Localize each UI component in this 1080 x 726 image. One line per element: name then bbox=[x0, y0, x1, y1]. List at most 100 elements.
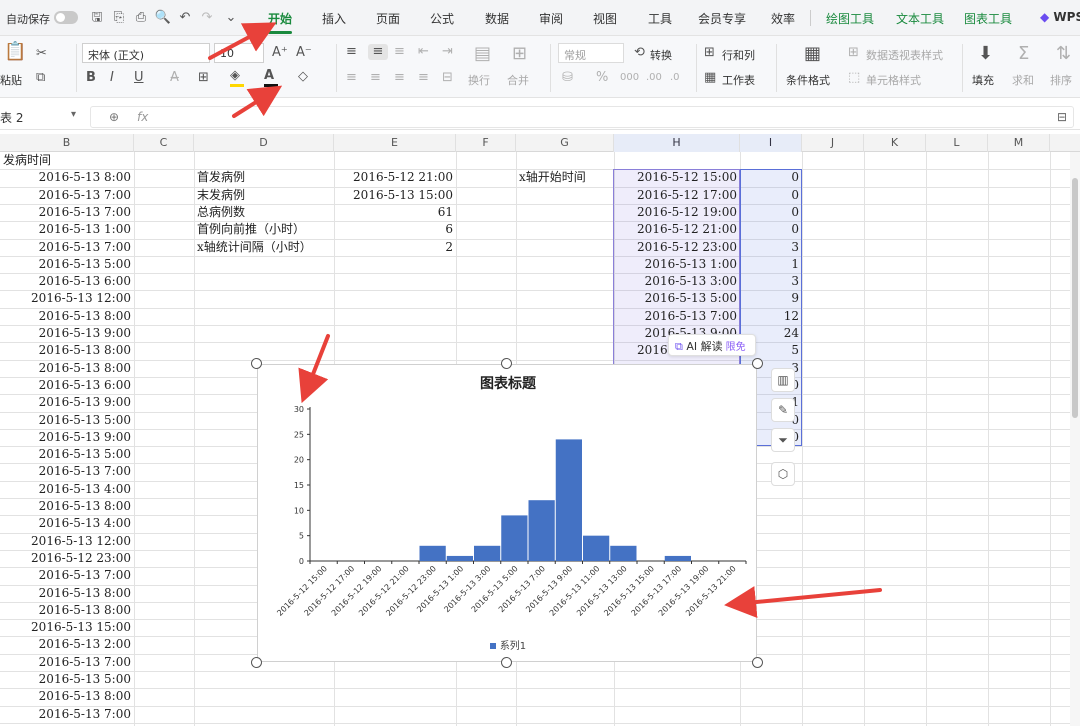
chart-resize-handle[interactable] bbox=[501, 657, 512, 668]
percent-icon[interactable]: % bbox=[596, 70, 608, 86]
cell-count[interactable]: 1 bbox=[740, 256, 802, 273]
cell-onset-time[interactable]: 2016-5-13 5:00 bbox=[0, 671, 134, 688]
column-header-f[interactable]: F bbox=[456, 134, 516, 152]
cell-stat-label[interactable]: 首发病例 bbox=[194, 169, 334, 186]
cell-onset-time[interactable]: 2016-5-13 7:00 bbox=[0, 654, 134, 671]
sum-label[interactable]: 求和 bbox=[1012, 72, 1034, 88]
undo-icon[interactable]: ↶ bbox=[176, 9, 194, 27]
formula-input[interactable]: ⊕ fx ⊟ bbox=[90, 106, 1074, 128]
chart-object[interactable]: 图表标题 0 5 10 15 20 25 30 2016-5-12 15:00 2016-5-1… bbox=[257, 364, 757, 662]
cell-x-axis-time[interactable]: 2016-5-13 5:00 bbox=[614, 290, 740, 307]
print-icon[interactable]: ⎙ bbox=[132, 9, 150, 27]
redo-icon[interactable]: ↷ bbox=[198, 9, 216, 27]
cell-stat-value[interactable]: 6 bbox=[334, 221, 456, 238]
cell-x-axis-time[interactable]: 2016-5-13 1:00 bbox=[614, 256, 740, 273]
sort-icon[interactable]: ⇅ bbox=[1056, 45, 1071, 63]
cell-onset-time[interactable]: 2016-5-13 7:00 bbox=[0, 567, 134, 584]
worksheet-icon[interactable]: ▦ bbox=[704, 70, 716, 86]
fill-icon[interactable]: ⬇ bbox=[978, 45, 993, 63]
chart-filter-icon[interactable]: ⏷ bbox=[771, 428, 795, 452]
pivot-style-label[interactable]: 数据透视表样式 bbox=[866, 47, 943, 63]
tab-text-tools[interactable]: 文本工具 bbox=[896, 10, 944, 27]
rows-cols-label[interactable]: 行和列 bbox=[722, 47, 755, 63]
column-header-e[interactable]: E bbox=[334, 134, 456, 152]
fill-label[interactable]: 填充 bbox=[972, 72, 994, 88]
rows-cols-icon[interactable]: ⊞ bbox=[704, 45, 715, 61]
cell-onset-time[interactable]: 2016-5-13 5:00 bbox=[0, 256, 134, 273]
distributed-icon[interactable]: ⊟ bbox=[442, 70, 453, 86]
currency-icon[interactable]: ⛁ bbox=[562, 70, 573, 86]
thousands-icon[interactable]: 000 bbox=[620, 70, 639, 86]
cell-onset-time[interactable]: 2016-5-13 2:00 bbox=[0, 636, 134, 653]
align-right-icon[interactable]: ≡ bbox=[394, 70, 405, 86]
cell-onset-time[interactable]: 2016-5-13 8:00 bbox=[0, 585, 134, 602]
cell-count[interactable]: 0 bbox=[740, 187, 802, 204]
chart-style-brush-icon[interactable]: ✎ bbox=[771, 398, 795, 422]
tab-insert[interactable]: 插入 bbox=[322, 10, 346, 27]
cell-onset-time[interactable]: 2016-5-13 7:00 bbox=[0, 187, 134, 204]
ai-interpret-button[interactable]: ⧉ AI 解读 限免 bbox=[668, 334, 756, 356]
format-painter-icon[interactable]: ⎘ bbox=[110, 9, 128, 27]
column-header-h[interactable]: H bbox=[614, 134, 740, 152]
cell-onset-time[interactable]: 2016-5-13 8:00 bbox=[0, 498, 134, 515]
column-header-b[interactable]: B bbox=[0, 134, 134, 152]
chart-settings-icon[interactable]: ⬡ bbox=[771, 462, 795, 486]
cell-onset-time[interactable]: 2016-5-13 8:00 bbox=[0, 308, 134, 325]
pivot-style-icon[interactable]: ⊞ bbox=[848, 45, 859, 61]
cell-stat-value[interactable]: 61 bbox=[334, 204, 456, 221]
cell-onset-time[interactable]: 2016-5-13 6:00 bbox=[0, 377, 134, 394]
cell-onset-time[interactable]: 2016-5-13 7:00 bbox=[0, 706, 134, 723]
decrease-decimal-icon[interactable]: .0 bbox=[670, 70, 680, 86]
cell-x-axis-time[interactable]: 2016-5-12 23:00 bbox=[614, 239, 740, 256]
cell-onset-time[interactable]: 2016-5-13 8:00 bbox=[0, 688, 134, 705]
chart-resize-handle[interactable] bbox=[501, 358, 512, 369]
sort-label[interactable]: 排序 bbox=[1050, 72, 1072, 88]
cell-count[interactable]: 3 bbox=[740, 273, 802, 290]
cell-onset-time[interactable]: 2016-5-13 8:00 bbox=[0, 602, 134, 619]
autosave-toggle[interactable] bbox=[54, 11, 78, 24]
cell-onset-time[interactable]: 2016-5-13 4:00 bbox=[0, 515, 134, 532]
chart-legend[interactable]: 系列1 bbox=[258, 637, 758, 652]
align-top-icon[interactable]: ≡ bbox=[346, 44, 357, 60]
chart-resize-handle[interactable] bbox=[251, 358, 262, 369]
align-middle-icon[interactable]: ≡ bbox=[368, 44, 388, 60]
cell-style-label[interactable]: 单元格样式 bbox=[866, 72, 921, 88]
increase-indent-icon[interactable]: ⇥ bbox=[442, 44, 453, 60]
cell-onset-time[interactable]: 2016-5-13 12:00 bbox=[0, 533, 134, 550]
worksheet-label[interactable]: 工作表 bbox=[722, 72, 755, 88]
cell-stat-label[interactable]: 末发病例 bbox=[194, 187, 334, 204]
cell-onset-time[interactable]: 2016-5-13 7:00 bbox=[0, 463, 134, 480]
chart-resize-handle[interactable] bbox=[251, 657, 262, 668]
save-icon[interactable]: 🖫 bbox=[88, 9, 106, 27]
underline-icon[interactable]: U bbox=[134, 70, 144, 86]
merge-icon[interactable]: ⊞ bbox=[512, 45, 527, 63]
cell-onset-time[interactable]: 2016-5-13 5:00 bbox=[0, 446, 134, 463]
cell-count[interactable]: 0 bbox=[740, 204, 802, 221]
justify-icon[interactable]: ≡ bbox=[418, 70, 429, 86]
copy-icon[interactable]: ⧉ bbox=[36, 70, 45, 86]
cell-onset-time-header[interactable]: 发病时间 bbox=[0, 152, 134, 169]
column-header-g[interactable]: G bbox=[516, 134, 614, 152]
cell-onset-time[interactable]: 2016-5-13 9:00 bbox=[0, 394, 134, 411]
merge-label[interactable]: 合并 bbox=[507, 72, 529, 88]
cell-stat-label[interactable]: 首例向前推（小时） bbox=[194, 221, 334, 238]
cell-count[interactable]: 0 bbox=[740, 221, 802, 238]
strikethrough-icon[interactable]: A̶ bbox=[170, 70, 179, 86]
wps-ai-button[interactable]: ◆ WPS bbox=[1040, 10, 1080, 24]
cell-onset-time[interactable]: 2016-5-13 15:00 bbox=[0, 619, 134, 636]
cell-count[interactable]: 12 bbox=[740, 308, 802, 325]
cell-onset-time[interactable]: 2016-5-13 4:00 bbox=[0, 481, 134, 498]
cell-x-axis-time[interactable]: 2016-5-12 19:00 bbox=[614, 204, 740, 221]
zoom-icon[interactable]: ⊕ bbox=[109, 110, 119, 124]
cell-stat-label[interactable]: x轴统计间隔（小时） bbox=[194, 239, 334, 256]
cell-x-axis-start-label[interactable]: x轴开始时间 bbox=[516, 169, 614, 186]
tab-page[interactable]: 页面 bbox=[376, 10, 400, 27]
tab-tools[interactable]: 工具 bbox=[648, 10, 672, 27]
cell-onset-time[interactable]: 2016-5-13 8:00 bbox=[0, 169, 134, 186]
quick-access-dropdown-icon[interactable]: ⌄ bbox=[222, 9, 240, 27]
tab-chart-tools[interactable]: 图表工具 bbox=[964, 10, 1012, 27]
cell-onset-time[interactable]: 2016-5-12 23:00 bbox=[0, 550, 134, 567]
convert-label[interactable]: 转换 bbox=[650, 47, 672, 63]
decrease-font-icon[interactable]: A⁻ bbox=[296, 45, 312, 61]
conditional-format-icon[interactable]: ▦ bbox=[804, 45, 821, 63]
